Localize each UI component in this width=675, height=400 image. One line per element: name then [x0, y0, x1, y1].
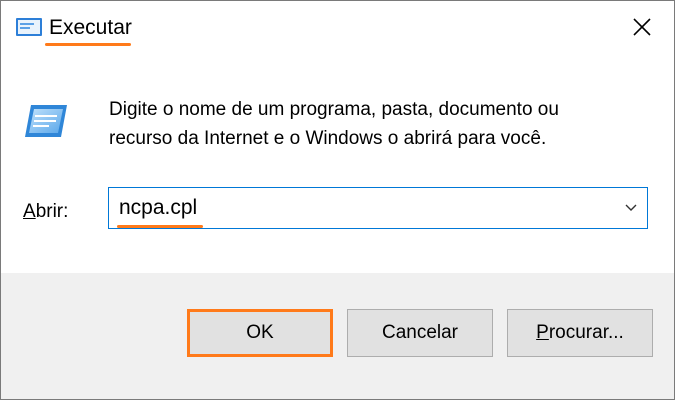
browse-label: rocurar... [548, 322, 624, 343]
input-highlight-underline [117, 225, 203, 228]
instruction-line-1: Digite o nome de um programa, pasta, doc… [109, 99, 559, 120]
close-button[interactable] [610, 1, 674, 53]
run-dialog: Executar Digite o nome de um programa, p… [0, 0, 675, 400]
open-label: Abrir: [23, 200, 68, 224]
cancel-button[interactable]: Cancelar [347, 309, 493, 357]
close-icon [633, 18, 651, 36]
ok-button[interactable]: OK [187, 309, 333, 357]
open-label-text: brir: [35, 201, 69, 222]
title-bar[interactable]: Executar [1, 1, 674, 53]
open-label-mnemonic: A [23, 201, 36, 222]
title-highlight-underline [45, 43, 131, 46]
open-combobox[interactable]: ncpa.cpl [108, 187, 648, 229]
chevron-down-icon[interactable] [623, 201, 639, 215]
browse-mnemonic: P [536, 322, 549, 343]
instruction-line-2: recurso da Internet e o Windows o abrirá… [109, 128, 547, 149]
run-program-icon [25, 105, 67, 137]
open-input[interactable]: ncpa.cpl [119, 195, 197, 221]
instruction-text: Digite o nome de um programa, pasta, doc… [109, 95, 654, 153]
run-icon [16, 18, 42, 36]
dialog-body: Digite o nome de um programa, pasta, doc… [1, 53, 674, 273]
window-title: Executar [49, 16, 132, 39]
button-bar: OK Cancelar Procurar... [1, 273, 674, 399]
browse-button[interactable]: Procurar... [507, 309, 653, 357]
